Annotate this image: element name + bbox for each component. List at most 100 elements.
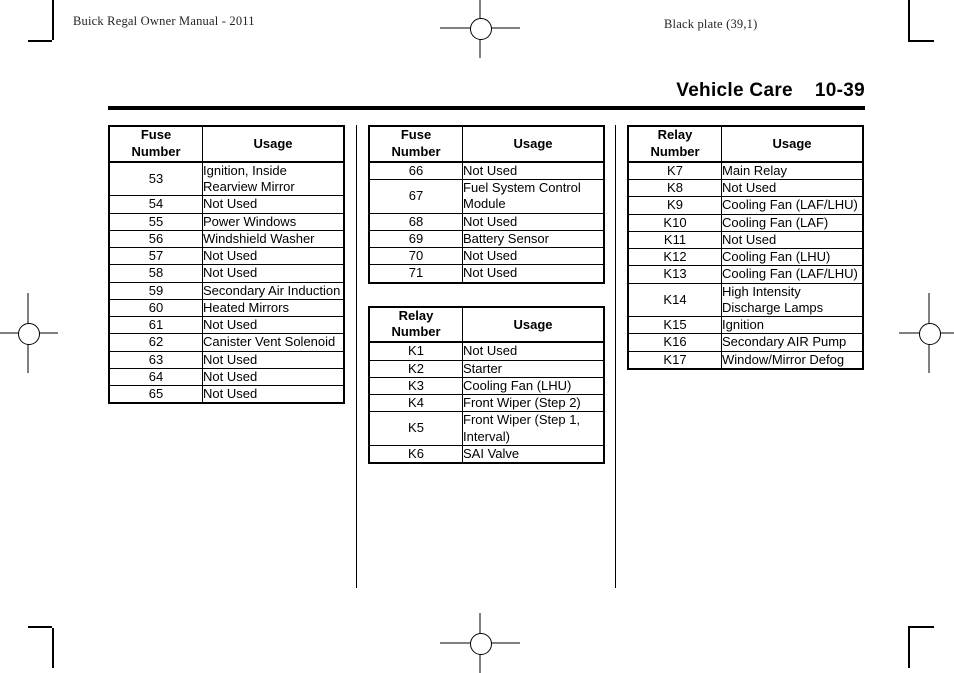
table-row: 68 Not Used bbox=[368, 212, 605, 231]
table-row: 62 Canister Vent Solenoid bbox=[108, 333, 345, 352]
cell-usage: Power Windows bbox=[202, 212, 345, 231]
table-row: K12 Cooling Fan (LHU) bbox=[627, 248, 864, 267]
table-header-row: Fuse Number Usage bbox=[108, 125, 345, 163]
table-row: K2 Starter bbox=[368, 359, 605, 378]
column-header-usage: Usage bbox=[202, 125, 345, 163]
column-header-number-line2: Number bbox=[391, 143, 441, 159]
cell-number: K4 bbox=[368, 394, 463, 413]
table-row: 55 Power Windows bbox=[108, 212, 345, 231]
page-title: Vehicle Care 10-39 bbox=[676, 80, 865, 102]
registration-mark-circle bbox=[470, 18, 492, 40]
table-row: K1 Not Used bbox=[368, 341, 605, 361]
crop-mark-bottom-left-vertical bbox=[52, 628, 54, 668]
table-row: K6 SAI Valve bbox=[368, 444, 605, 464]
cell-number: K9 bbox=[627, 196, 722, 215]
cell-number: K6 bbox=[368, 444, 463, 464]
running-head-black-plate: Black plate (39,1) bbox=[664, 17, 758, 31]
cell-usage: Not Used bbox=[462, 212, 605, 231]
table-row: 64 Not Used bbox=[108, 367, 345, 387]
section-title-text: Vehicle Care bbox=[676, 80, 793, 101]
registration-mark-right bbox=[899, 293, 954, 373]
table-row: 63 Not Used bbox=[108, 350, 345, 369]
cell-number: 53 bbox=[108, 161, 203, 197]
cell-number: K15 bbox=[627, 316, 722, 335]
cell-number: 58 bbox=[108, 264, 203, 283]
crop-mark-top-right-horizontal bbox=[908, 40, 934, 42]
table-row: 53 Ignition, Inside Rearview Mirror bbox=[108, 161, 345, 197]
crop-mark-bottom-left-horizontal bbox=[28, 626, 52, 628]
cell-number: 59 bbox=[108, 281, 203, 300]
cell-number: K10 bbox=[627, 213, 722, 232]
cell-number: K1 bbox=[368, 341, 463, 361]
cell-number: K16 bbox=[627, 333, 722, 352]
cell-usage: Secondary AIR Pump bbox=[721, 333, 864, 352]
cell-usage: Secondary Air Induction bbox=[202, 281, 345, 300]
table-row: 57 Not Used bbox=[108, 247, 345, 266]
table-row: 70 Not Used bbox=[368, 247, 605, 266]
table-row: K4 Front Wiper (Step 2) bbox=[368, 394, 605, 413]
cell-usage: Windshield Washer bbox=[202, 229, 345, 249]
cell-usage: Not Used bbox=[721, 230, 864, 250]
running-head-manual-title: Buick Regal Owner Manual - 2011 bbox=[73, 14, 255, 28]
cell-number: 69 bbox=[368, 229, 463, 249]
column-header-number-line2: Number bbox=[391, 324, 441, 340]
cell-usage: Not Used bbox=[202, 195, 345, 214]
cell-number: 57 bbox=[108, 247, 203, 266]
cell-number: 56 bbox=[108, 229, 203, 249]
cell-usage: High Intensity Discharge Lamps bbox=[721, 282, 864, 318]
cell-usage: Not Used bbox=[462, 264, 605, 284]
fuse-table-53-65: Fuse Number Usage 53 Ignition, Inside Rearvi… bbox=[108, 125, 345, 405]
cell-number: 65 bbox=[108, 385, 203, 404]
cell-usage: Main Relay bbox=[721, 161, 864, 181]
cell-number: 64 bbox=[108, 367, 203, 387]
cell-usage: Battery Sensor bbox=[462, 229, 605, 249]
crop-mark-top-left-vertical bbox=[52, 0, 54, 40]
table-row: 58 Not Used bbox=[108, 264, 345, 283]
cell-usage: Window/Mirror Defog bbox=[721, 350, 864, 370]
column-header-usage: Usage bbox=[721, 125, 864, 163]
cell-number: 66 bbox=[368, 161, 463, 181]
cell-usage: Starter bbox=[462, 359, 605, 378]
table-header-row: Fuse Number Usage bbox=[368, 125, 605, 163]
cell-usage: Cooling Fan (LAF) bbox=[721, 213, 864, 232]
cell-usage: Ignition bbox=[721, 316, 864, 335]
cell-number: 55 bbox=[108, 212, 203, 231]
column-header-number: Relay Number bbox=[627, 125, 722, 163]
table-row: K13 Cooling Fan (LAF/LHU) bbox=[627, 265, 864, 284]
registration-mark-circle bbox=[919, 323, 941, 345]
crop-mark-top-left-horizontal bbox=[28, 40, 52, 42]
registration-mark-bottom bbox=[440, 613, 520, 673]
registration-mark-top bbox=[440, 0, 520, 58]
table-row: 61 Not Used bbox=[108, 316, 345, 335]
column-divider-right bbox=[615, 125, 616, 588]
cell-number: K3 bbox=[368, 376, 463, 396]
cell-usage: Not Used bbox=[462, 161, 605, 181]
cell-usage: Not Used bbox=[202, 367, 345, 387]
cell-number: K2 bbox=[368, 359, 463, 378]
column-header-number-line1: Fuse bbox=[140, 127, 172, 142]
crop-mark-bottom-right-horizontal bbox=[908, 626, 934, 628]
page-title-bar: Vehicle Care 10-39 bbox=[108, 80, 865, 110]
column-header-number-line1: Relay bbox=[398, 307, 434, 323]
table-header-row: Relay Number Usage bbox=[368, 306, 605, 344]
cell-usage: Not Used bbox=[202, 350, 345, 369]
table-row: 67 Fuel System Control Module bbox=[368, 179, 605, 214]
column-header-number-line1: Relay bbox=[657, 127, 693, 142]
cell-usage: Front Wiper (Step 2) bbox=[462, 394, 605, 413]
page-title-rule bbox=[108, 106, 865, 110]
cell-number: 71 bbox=[368, 264, 463, 284]
cell-usage: Not Used bbox=[202, 385, 345, 404]
cell-usage: Not Used bbox=[202, 264, 345, 283]
table-row: 60 Heated Mirrors bbox=[108, 298, 345, 318]
content-column-3: Relay Number Usage K7 Main Relay K8 Not Used K9… bbox=[627, 125, 864, 392]
cell-usage: Cooling Fan (LAF/LHU) bbox=[721, 196, 864, 215]
cell-number: K5 bbox=[368, 411, 463, 446]
column-header-number-line1: Fuse bbox=[400, 127, 432, 142]
table-row: K14 High Intensity Discharge Lamps bbox=[627, 282, 864, 318]
page-number-text: 10-39 bbox=[814, 80, 865, 101]
fuse-table-66-71: Fuse Number Usage 66 Not Used 67 Fuel System C… bbox=[368, 125, 605, 284]
cell-usage: Not Used bbox=[202, 247, 345, 266]
cell-usage: Cooling Fan (LHU) bbox=[721, 248, 864, 267]
table-row: K7 Main Relay bbox=[627, 161, 864, 181]
table-row: K3 Cooling Fan (LHU) bbox=[368, 376, 605, 396]
